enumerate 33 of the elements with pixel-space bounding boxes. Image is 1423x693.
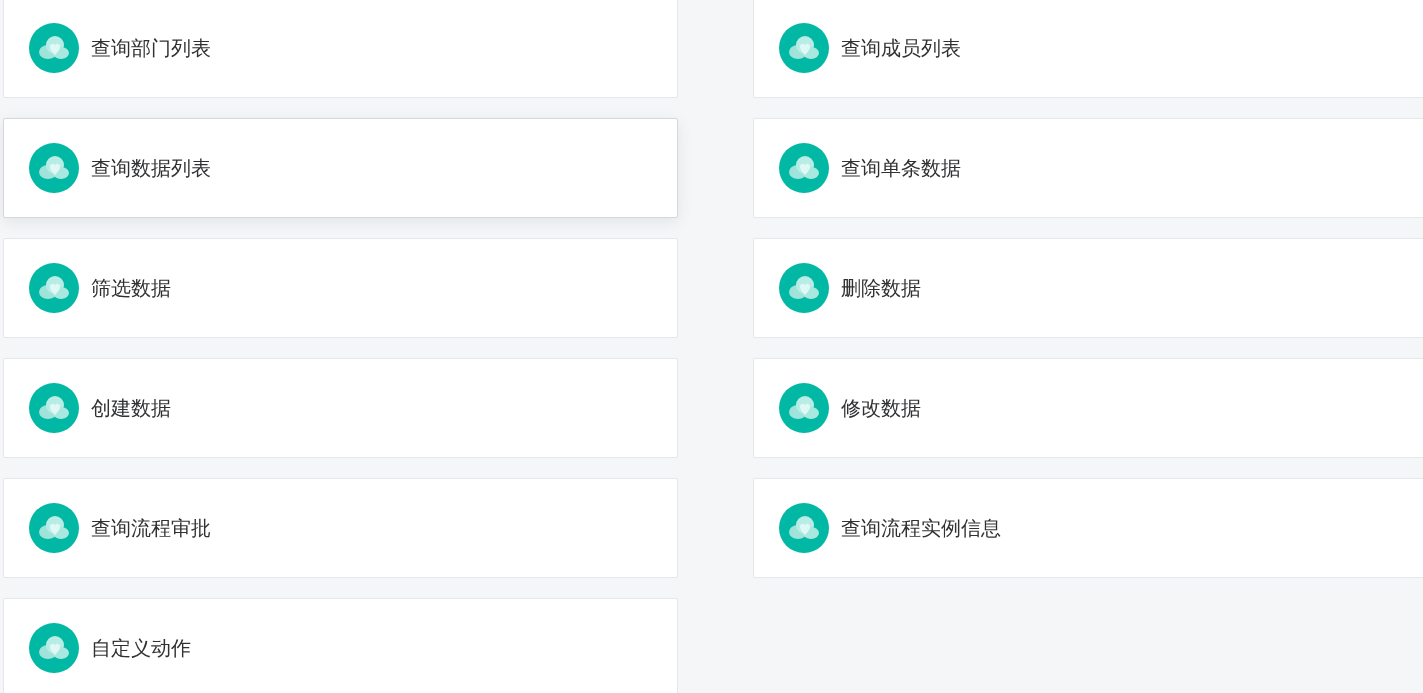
- action-label: 自定义动作: [91, 636, 191, 661]
- action-label: 查询数据列表: [91, 156, 211, 181]
- action-card[interactable]: 删除数据: [753, 238, 1423, 338]
- action-label: 查询流程实例信息: [841, 516, 1001, 541]
- cloud-icon: [779, 503, 829, 553]
- cloud-icon: [779, 383, 829, 433]
- action-card[interactable]: 查询单条数据: [753, 118, 1423, 218]
- action-card[interactable]: 创建数据: [3, 358, 678, 458]
- action-label: 筛选数据: [91, 276, 171, 301]
- cloud-icon: [29, 623, 79, 673]
- action-card[interactable]: 查询数据列表: [3, 118, 678, 218]
- cloud-icon: [29, 143, 79, 193]
- action-card[interactable]: 查询流程审批: [3, 478, 678, 578]
- cloud-icon: [779, 23, 829, 73]
- action-label: 删除数据: [841, 276, 921, 301]
- action-label: 查询成员列表: [841, 36, 961, 61]
- action-label: 修改数据: [841, 396, 921, 421]
- cloud-icon: [29, 383, 79, 433]
- action-card[interactable]: 自定义动作: [3, 598, 678, 693]
- action-label: 创建数据: [91, 396, 171, 421]
- action-card[interactable]: 筛选数据: [3, 238, 678, 338]
- action-label: 查询流程审批: [91, 516, 211, 541]
- action-card[interactable]: 查询流程实例信息: [753, 478, 1423, 578]
- action-card[interactable]: 查询部门列表: [3, 0, 678, 98]
- cloud-icon: [29, 503, 79, 553]
- cloud-icon: [29, 263, 79, 313]
- cloud-icon: [779, 143, 829, 193]
- action-card[interactable]: 修改数据: [753, 358, 1423, 458]
- cloud-icon: [779, 263, 829, 313]
- action-label: 查询部门列表: [91, 36, 211, 61]
- action-label: 查询单条数据: [841, 156, 961, 181]
- action-card[interactable]: 查询成员列表: [753, 0, 1423, 98]
- cloud-icon: [29, 23, 79, 73]
